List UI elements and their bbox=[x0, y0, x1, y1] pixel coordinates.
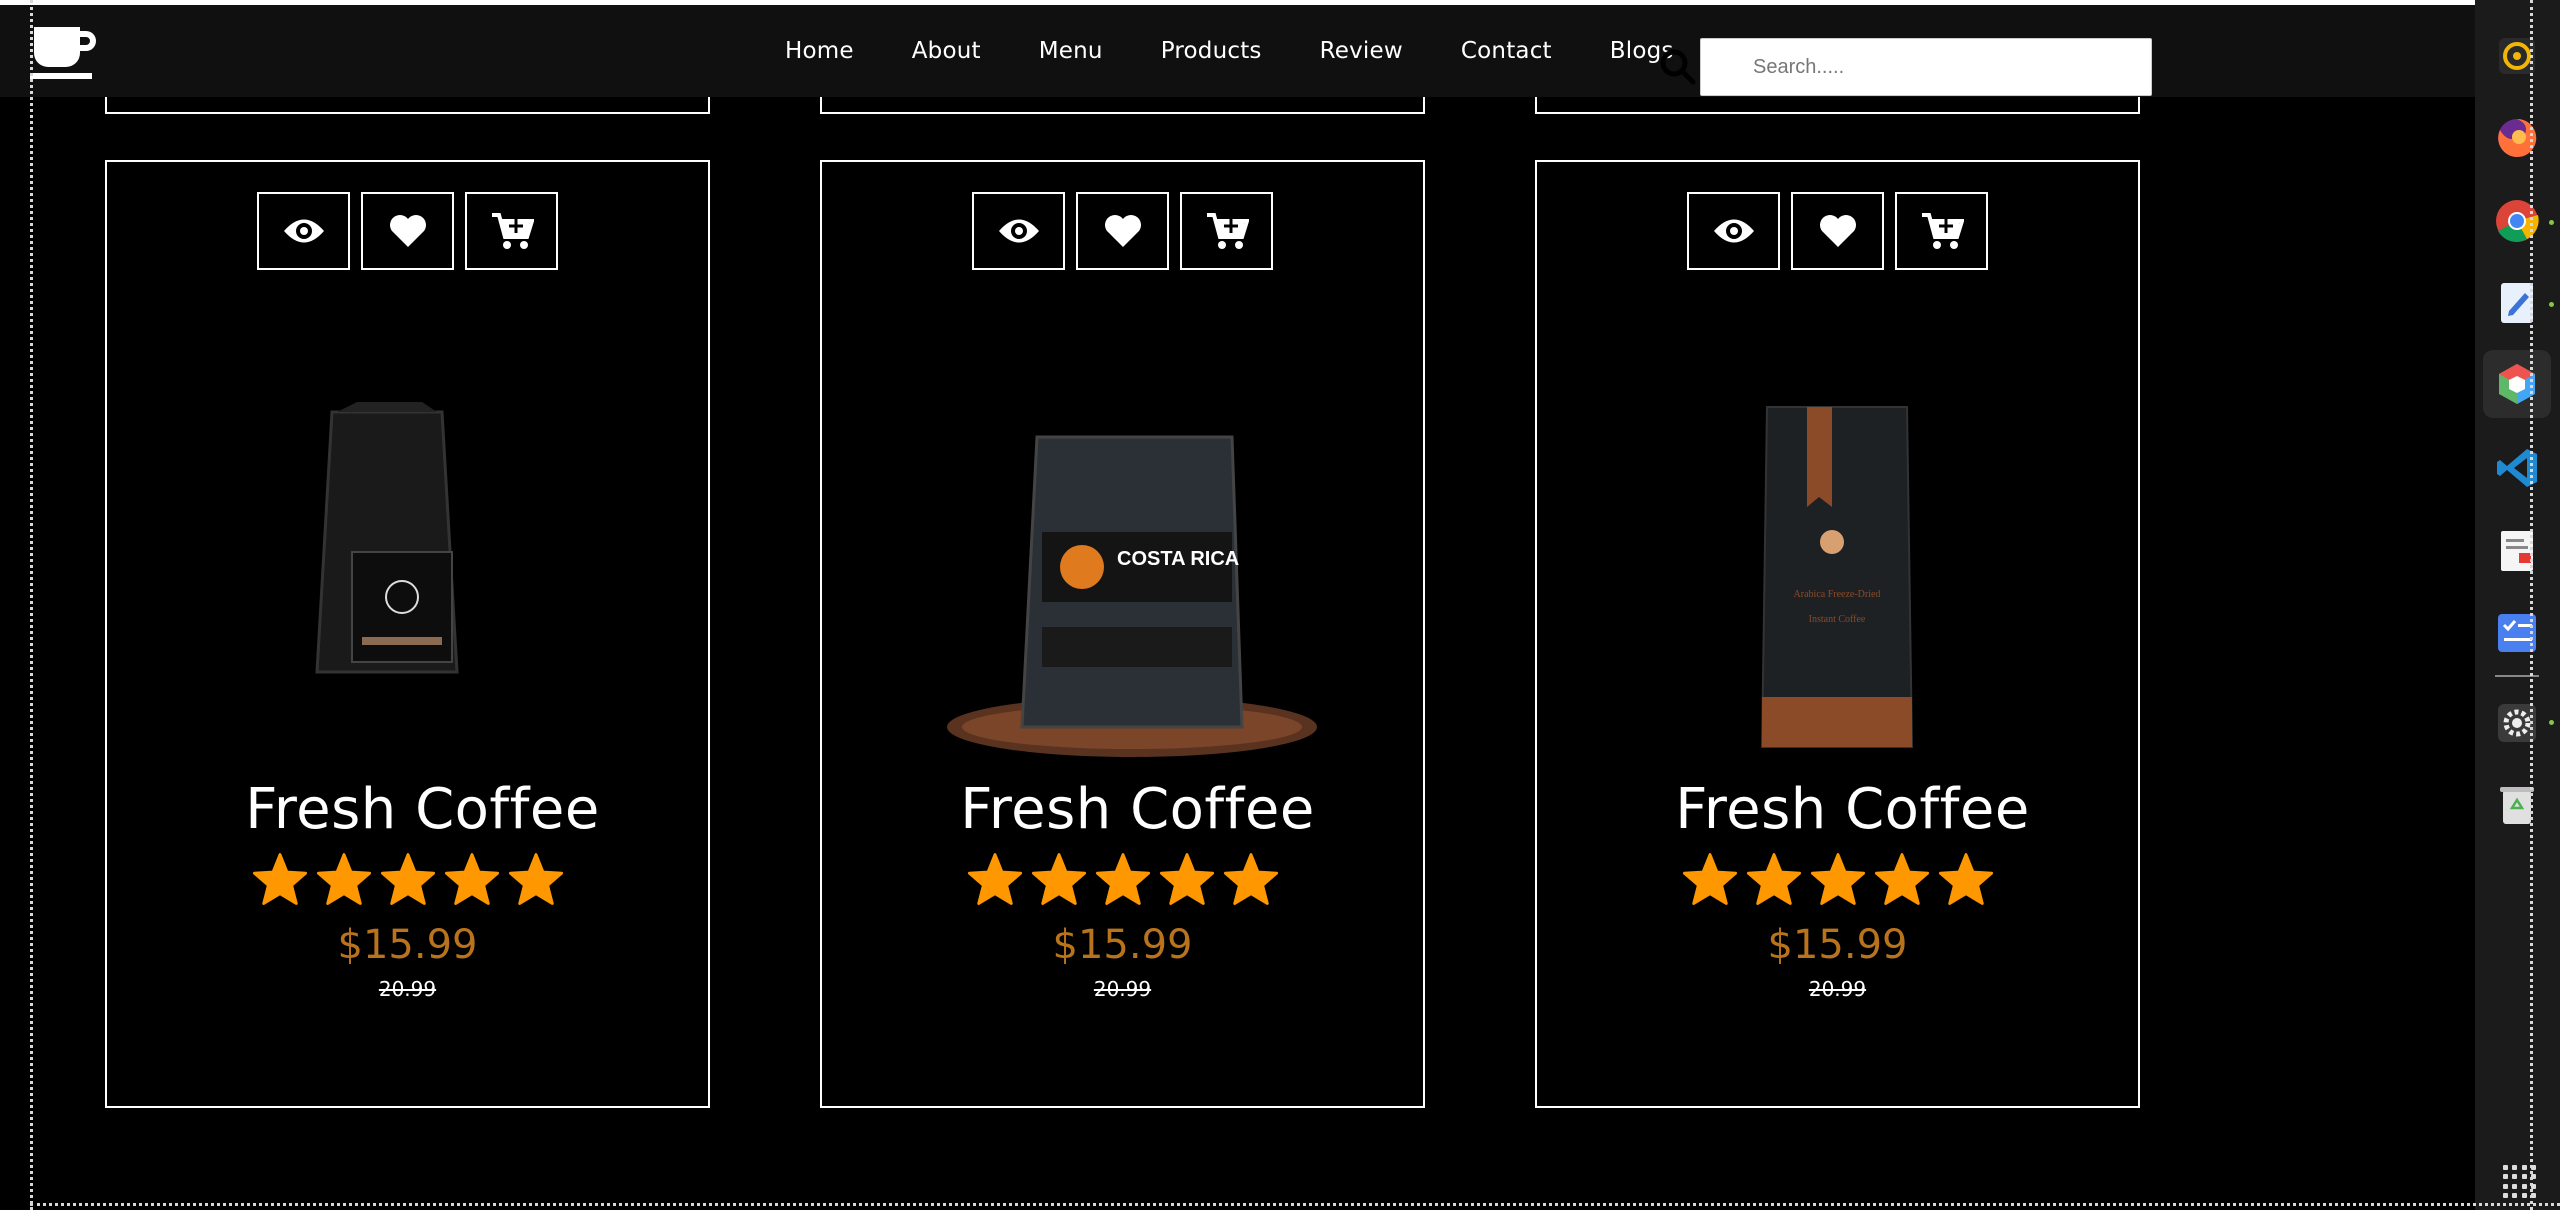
svg-text:Arabica Freeze-Dried: Arabica Freeze-Dried bbox=[1794, 589, 1881, 600]
add-to-cart-button[interactable] bbox=[1895, 192, 1988, 270]
cart-plus-icon bbox=[1921, 213, 1964, 249]
product-card: Fresh Coffee $15.99 20.99 bbox=[105, 160, 710, 1108]
search-input[interactable] bbox=[1700, 38, 2152, 96]
star-icon bbox=[967, 853, 1023, 905]
text-editor-icon[interactable] bbox=[2491, 277, 2543, 329]
product-title: Fresh Coffee bbox=[960, 777, 1315, 842]
running-indicator bbox=[2549, 220, 2554, 225]
coffee-bag-image: Arabica Freeze-Dried Instant Coffee bbox=[1760, 406, 1914, 748]
frame-border bbox=[30, 1203, 2560, 1206]
coffee-cup-logo-icon[interactable] bbox=[30, 23, 110, 83]
product-price: $15.99 bbox=[1052, 922, 1193, 968]
vscode-icon[interactable] bbox=[2491, 442, 2543, 494]
heart-icon bbox=[1819, 215, 1856, 247]
product-card-partial bbox=[1535, 97, 2140, 114]
star-icon bbox=[1938, 853, 1994, 905]
star-icon bbox=[380, 853, 436, 905]
product-actions bbox=[257, 192, 558, 270]
eye-icon bbox=[998, 219, 1039, 243]
product-actions bbox=[972, 192, 1273, 270]
record-icon[interactable] bbox=[2491, 30, 2543, 82]
star-icon bbox=[1810, 853, 1866, 905]
nav-about[interactable]: About bbox=[912, 38, 981, 64]
3d-app-icon[interactable] bbox=[2483, 350, 2551, 418]
add-to-cart-button[interactable] bbox=[1180, 192, 1273, 270]
main-nav: Home About Menu Products Review Contact … bbox=[785, 5, 1674, 97]
heart-icon bbox=[1104, 215, 1141, 247]
quick-view-button[interactable] bbox=[1687, 192, 1780, 270]
wishlist-button[interactable] bbox=[361, 192, 454, 270]
svg-text:Instant Coffee: Instant Coffee bbox=[1809, 614, 1866, 625]
search-icon[interactable] bbox=[1660, 49, 1696, 85]
rating-stars bbox=[252, 852, 564, 906]
running-indicator bbox=[2549, 720, 2554, 725]
frame-border bbox=[30, 0, 33, 1210]
star-icon bbox=[1031, 853, 1087, 905]
product-old-price: 20.99 bbox=[378, 977, 437, 1001]
heart-icon bbox=[389, 215, 426, 247]
chrome-icon[interactable] bbox=[2491, 195, 2543, 247]
product-old-price: 20.99 bbox=[1808, 977, 1867, 1001]
star-icon bbox=[316, 853, 372, 905]
rating-stars bbox=[967, 852, 1279, 906]
product-actions bbox=[1687, 192, 1988, 270]
cart-plus-icon bbox=[1206, 213, 1249, 249]
star-icon bbox=[444, 853, 500, 905]
nav-home[interactable]: Home bbox=[785, 38, 854, 64]
star-icon bbox=[1682, 853, 1738, 905]
rating-stars bbox=[1682, 852, 1994, 906]
firefox-icon[interactable] bbox=[2491, 112, 2543, 164]
frame-border bbox=[2530, 0, 2533, 1210]
wishlist-button[interactable] bbox=[1076, 192, 1169, 270]
coffee-bag-image bbox=[315, 402, 459, 674]
trash-icon[interactable] bbox=[2491, 779, 2543, 831]
product-card-partial bbox=[105, 97, 710, 114]
add-to-cart-button[interactable] bbox=[465, 192, 558, 270]
svg-text:COSTA RICA: COSTA RICA bbox=[1117, 548, 1239, 570]
eye-icon bbox=[283, 219, 324, 243]
quick-view-button[interactable] bbox=[257, 192, 350, 270]
settings-icon[interactable] bbox=[2491, 697, 2543, 749]
product-old-price: 20.99 bbox=[1093, 977, 1152, 1001]
wishlist-button[interactable] bbox=[1791, 192, 1884, 270]
product-card-partial bbox=[820, 97, 1425, 114]
coffee-bag-image: COSTA RICA bbox=[947, 435, 1317, 757]
eye-icon bbox=[1713, 219, 1754, 243]
site-header: Home About Menu Products Review Contact … bbox=[0, 5, 2475, 97]
product-price: $15.99 bbox=[1767, 922, 1908, 968]
star-icon bbox=[1223, 853, 1279, 905]
app-dock bbox=[2475, 0, 2560, 1210]
product-price: $15.99 bbox=[337, 922, 478, 968]
star-icon bbox=[1746, 853, 1802, 905]
star-icon bbox=[1095, 853, 1151, 905]
product-title: Fresh Coffee bbox=[245, 777, 600, 842]
product-card: COSTA RICA Fresh Coffee $15.99 20.99 bbox=[820, 160, 1425, 1108]
nav-products[interactable]: Products bbox=[1161, 38, 1262, 64]
product-card: Arabica Freeze-Dried Instant Coffee Fres… bbox=[1535, 160, 2140, 1108]
nav-menu[interactable]: Menu bbox=[1039, 38, 1103, 64]
star-icon bbox=[508, 853, 564, 905]
star-icon bbox=[1159, 853, 1215, 905]
document-viewer-icon[interactable] bbox=[2491, 525, 2543, 577]
nav-contact[interactable]: Contact bbox=[1461, 38, 1552, 64]
cart-plus-icon bbox=[491, 213, 534, 249]
todo-icon[interactable] bbox=[2491, 607, 2543, 659]
running-indicator bbox=[2549, 302, 2554, 307]
star-icon bbox=[252, 853, 308, 905]
nav-review[interactable]: Review bbox=[1320, 38, 1403, 64]
product-title: Fresh Coffee bbox=[1675, 777, 2030, 842]
star-icon bbox=[1874, 853, 1930, 905]
quick-view-button[interactable] bbox=[972, 192, 1065, 270]
